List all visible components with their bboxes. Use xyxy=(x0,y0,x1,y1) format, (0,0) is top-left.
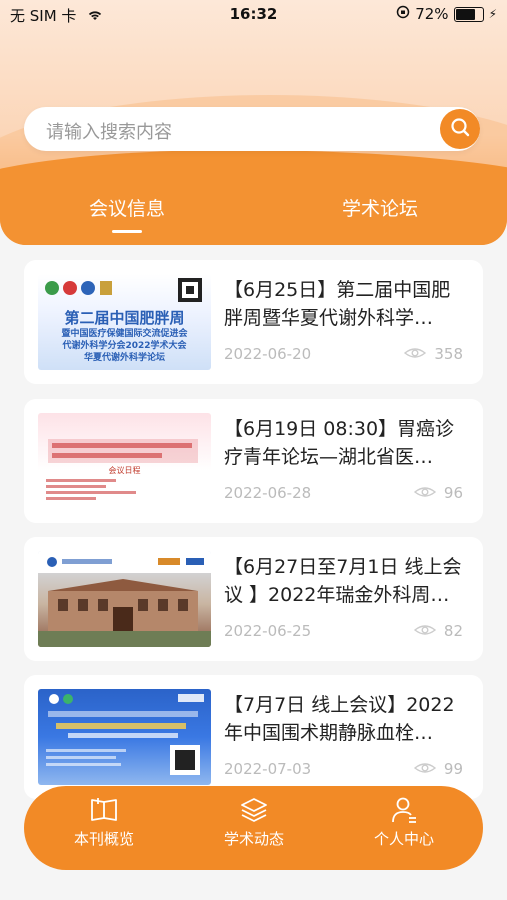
view-count: 82 xyxy=(413,622,463,640)
person-icon xyxy=(344,796,464,824)
stack-icon xyxy=(194,796,314,824)
tab-label: 会议信息 xyxy=(88,198,165,220)
article-date: 2022-06-25 xyxy=(224,622,312,640)
tab-label: 学术论坛 xyxy=(341,198,418,220)
tabbar-label: 学术动态 xyxy=(223,830,284,848)
thumbnail-line: 代谢外科学分会2022学术大会 xyxy=(62,341,187,351)
view-count: 96 xyxy=(413,484,463,502)
view-count: 358 xyxy=(404,345,463,363)
tabbar-item-academic[interactable]: 学术动态 xyxy=(194,796,314,849)
article-thumbnail: 第二届中国肥胖周 暨中国医疗保健国际交流促进会 代谢外科学分会2022学术大会 … xyxy=(38,274,211,370)
battery-percent: 72% xyxy=(415,5,449,23)
article-title: 【7月7日 线上会议】2022年中国围术期静脉血栓… xyxy=(224,694,455,744)
article-date: 2022-06-20 xyxy=(224,345,312,363)
thumbnail-line: 华夏代谢外科学论坛 xyxy=(83,353,165,363)
search-icon xyxy=(449,116,471,142)
search-input[interactable]: 请输入搜索内容 xyxy=(46,118,172,144)
search-bar[interactable]: 请输入搜索内容 xyxy=(24,107,480,151)
view-count-value: 96 xyxy=(443,484,463,502)
tab-meeting-info[interactable]: 会议信息 xyxy=(27,194,227,233)
book-icon xyxy=(44,796,164,824)
article-title: 【6月19日 08:30】胃癌诊疗青年论坛—湖北省医… xyxy=(224,418,455,468)
eye-icon xyxy=(413,760,437,778)
battery-icon xyxy=(453,6,484,22)
article-card[interactable]: 第二届中国肥胖周 暨中国医疗保健国际交流促进会 代谢外科学分会2022学术大会 … xyxy=(24,260,483,384)
tabbar-item-profile[interactable]: 个人中心 xyxy=(344,796,464,849)
active-tab-indicator xyxy=(112,230,142,233)
article-thumbnail: 会议日程 xyxy=(38,413,211,509)
tab-academic-forum[interactable]: 学术论坛 xyxy=(280,194,480,221)
eye-icon xyxy=(404,345,427,363)
status-bar: 无 SIM 卡 16:32 72% ⚡ xyxy=(0,0,507,30)
article-title: 【6月25日】第二届中国肥胖周暨华夏代谢外科学… xyxy=(224,279,451,329)
eye-icon xyxy=(413,622,437,640)
article-date: 2022-06-28 xyxy=(224,484,312,502)
orientation-lock-icon xyxy=(396,5,410,23)
search-button[interactable] xyxy=(440,109,480,149)
thumbnail-heading: 第二届中国肥胖周 xyxy=(64,309,185,327)
article-card[interactable]: 【6月27日至7月1日 线上会议 】2022年瑞金外科周… 2022-06-25… xyxy=(24,537,483,661)
article-date: 2022-07-03 xyxy=(224,760,312,778)
view-count-value: 358 xyxy=(434,345,463,363)
view-count: 99 xyxy=(413,760,463,778)
bottom-tab-bar: 本刊概览 学术动态 个人中心 xyxy=(24,786,483,870)
article-card[interactable]: 【7月7日 线上会议】2022年中国围术期静脉血栓… 2022-07-03 99 xyxy=(24,675,483,799)
tabbar-item-overview[interactable]: 本刊概览 xyxy=(44,796,164,849)
article-thumbnail xyxy=(38,689,211,785)
eye-icon xyxy=(413,484,437,502)
thumbnail-line: 暨中国医疗保健国际交流促进会 xyxy=(61,329,188,339)
article-card[interactable]: 会议日程 【6月19日 08:30】胃癌诊疗青年论坛—湖北省医… 2022-06… xyxy=(24,399,483,523)
category-tabs: 会议信息 学术论坛 xyxy=(0,190,507,240)
tabbar-label: 个人中心 xyxy=(373,830,434,848)
thumbnail-line: 会议日程 xyxy=(108,466,141,475)
status-right: 72% ⚡ xyxy=(396,5,497,23)
view-count-value: 82 xyxy=(443,622,463,640)
view-count-value: 99 xyxy=(443,760,463,778)
article-thumbnail xyxy=(38,551,211,647)
charging-icon: ⚡ xyxy=(488,7,497,21)
article-title: 【6月27日至7月1日 线上会议 】2022年瑞金外科周… xyxy=(224,556,462,606)
tabbar-label: 本刊概览 xyxy=(73,830,134,848)
